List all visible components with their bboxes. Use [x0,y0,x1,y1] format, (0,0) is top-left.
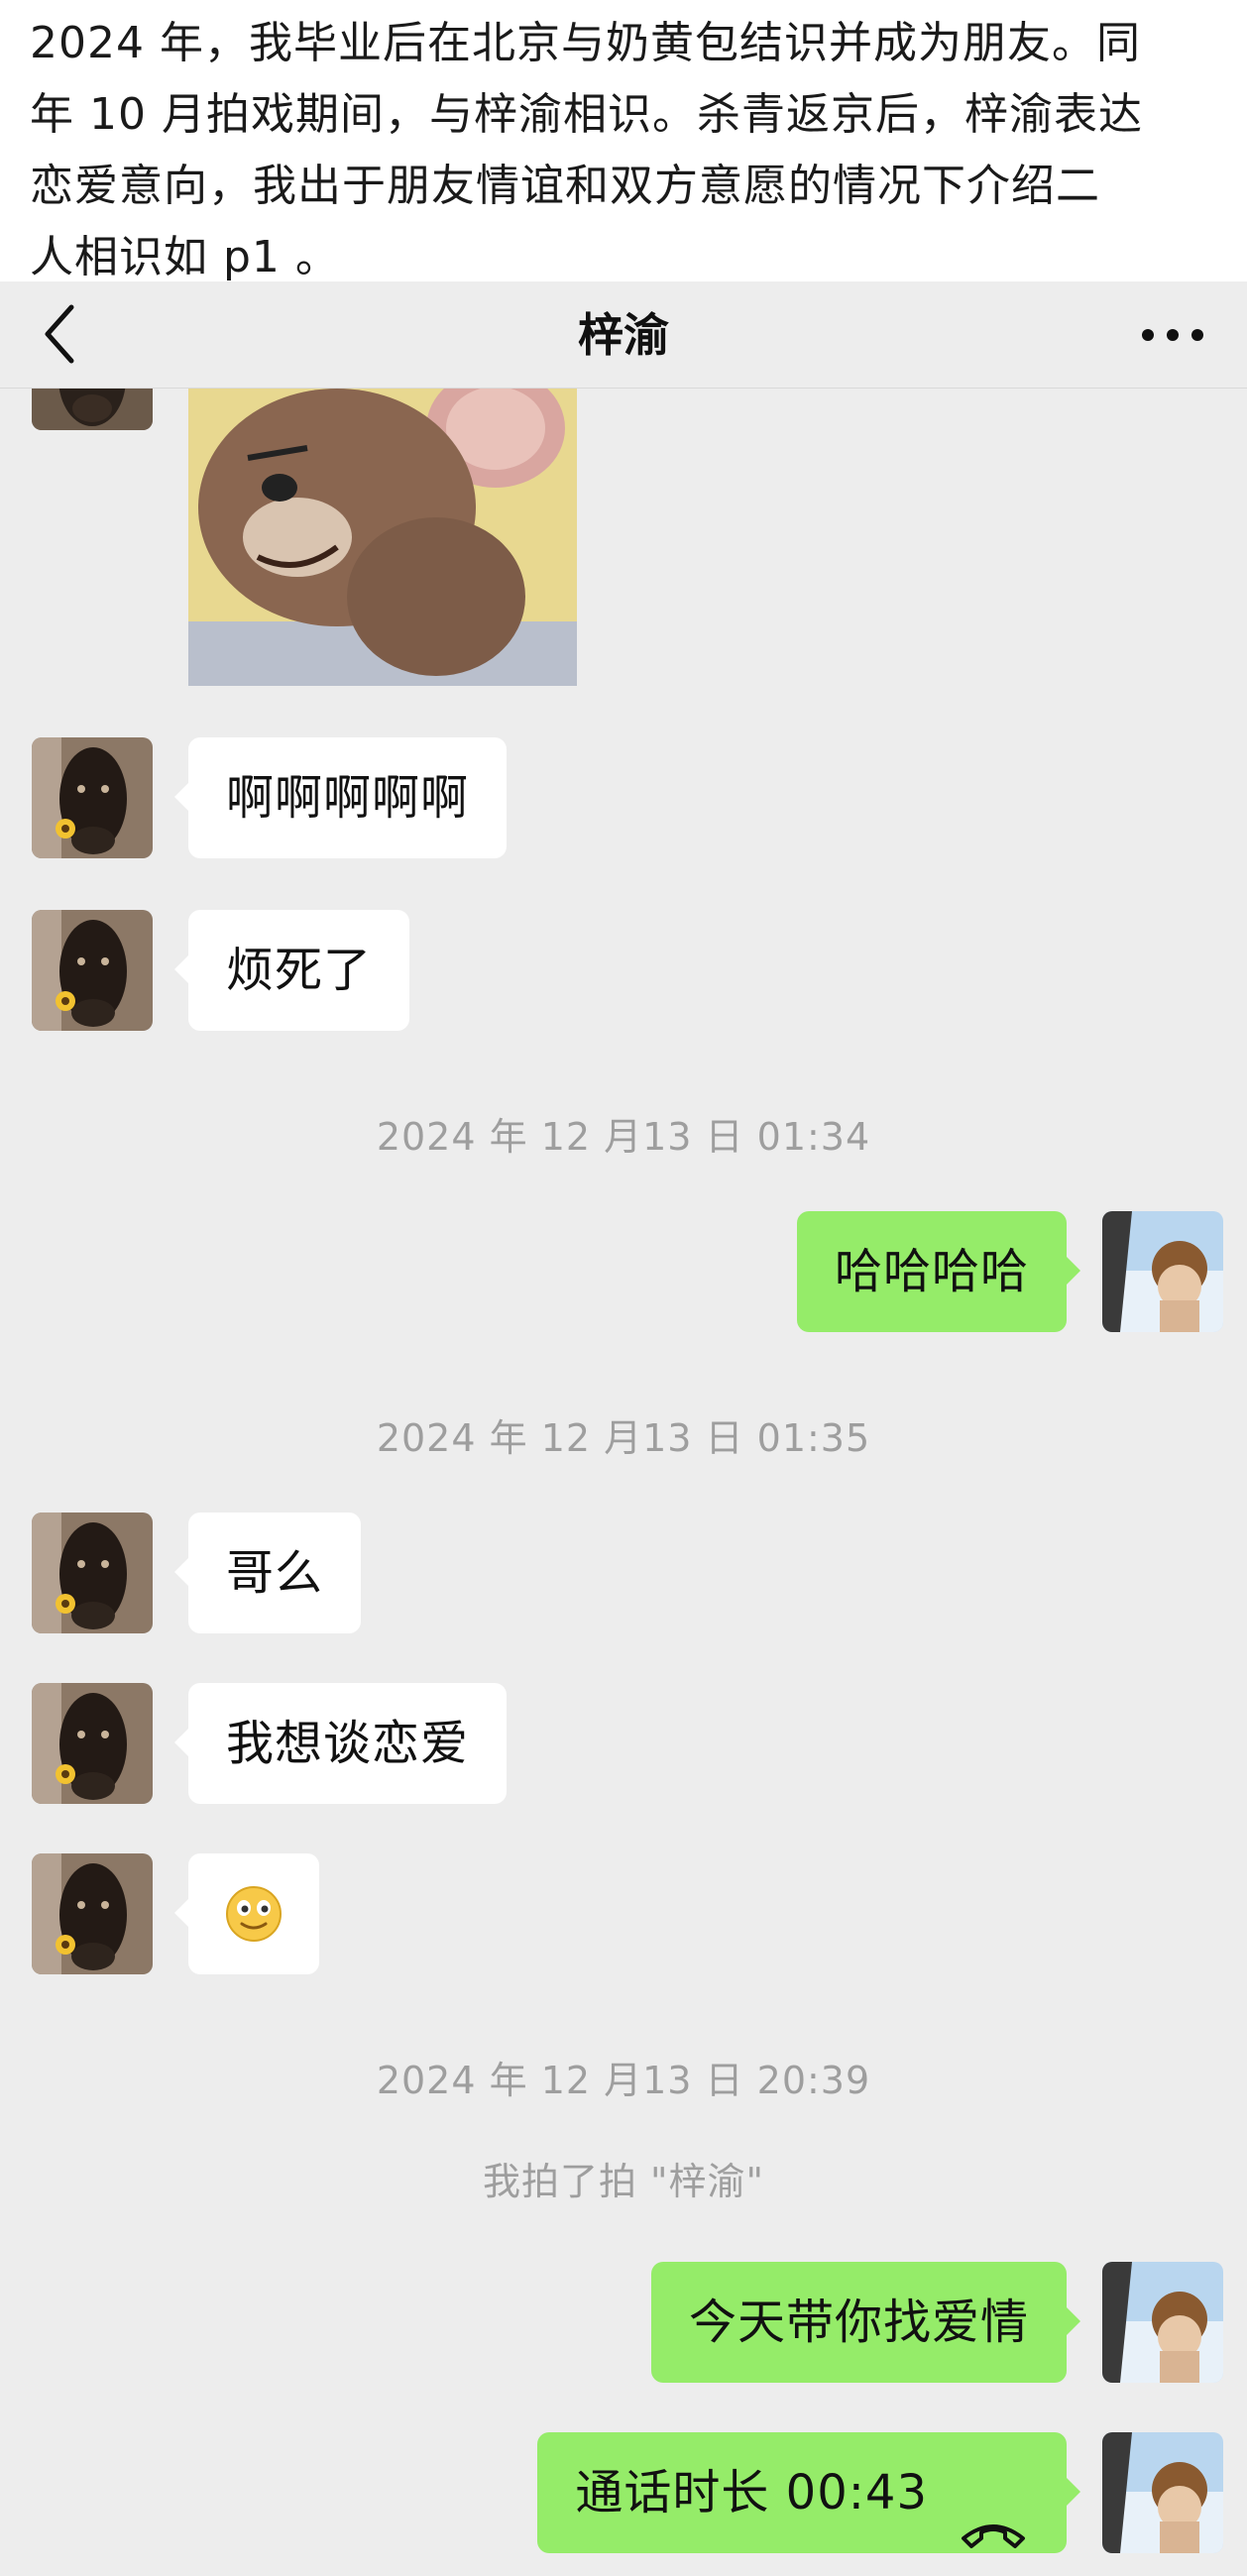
contact-avatar[interactable] [32,1683,153,1804]
message-timestamp: 2024 年 12 月13 日 01:34 [376,1115,871,1159]
message-bubble-incoming[interactable]: 哥么 [173,1512,362,1633]
contact-avatar[interactable] [32,737,153,858]
contact-avatar[interactable] [32,910,153,1031]
message-bubble-incoming[interactable]: 啊啊啊啊啊 [173,737,508,858]
call-duration-label: 通话时长 00:43 [575,2465,928,2520]
message-bubble-outgoing[interactable]: 今天带你找爱情 [650,2262,1081,2383]
contact-avatar[interactable] [32,1512,153,1633]
more-dots-icon[interactable] [1138,307,1207,363]
message-bubble-outgoing[interactable]: 哈哈哈哈 [796,1211,1081,1332]
chat-title: 梓渝 [578,308,669,362]
caption-line: 2024 年，我毕业后在北京与奶黄包结识并成为朋友。同 [30,18,1141,68]
message-bubble-incoming[interactable]: 我想谈恋爱 [173,1683,508,1804]
message-timestamp: 2024 年 12 月13 日 01:35 [376,1416,871,1460]
user-avatar[interactable] [1102,2262,1223,2383]
pat-notice: 我拍了拍 "梓渝" [482,2160,765,2203]
caption-line: 恋爱意向，我出于朋友情谊和双方意愿的情况下介绍二 [30,161,1100,211]
message-bubble-incoming[interactable]: 烦死了 [173,910,410,1031]
post-caption: 2024 年，我毕业后在北京与奶黄包结识并成为朋友。同 年 10 月拍戏期间，与… [0,0,1247,282]
smiling-emoji-icon [226,1886,282,1942]
message-timestamp: 2024 年 12 月13 日 20:39 [376,2059,871,2102]
message-bubble-incoming[interactable] [174,1853,319,1974]
phone-hangup-icon [958,2476,1029,2548]
sticker-image[interactable] [188,389,577,686]
user-avatar[interactable] [1102,1211,1223,1332]
contact-avatar[interactable] [32,389,153,430]
caption-line: 年 10 月拍戏期间，与梓渝相识。杀青返京后，梓渝表达 [30,89,1143,140]
chat-header: 梓渝 [0,281,1247,389]
user-avatar[interactable] [1102,2432,1223,2553]
call-record-bubble[interactable]: 通话时长 00:43 [537,2432,1080,2553]
chat-message-list[interactable]: 啊啊啊啊啊 烦死了 2024 年 12 月13 日 01:34 哈哈哈哈 202… [0,389,1247,2576]
contact-avatar[interactable] [32,1853,153,1974]
